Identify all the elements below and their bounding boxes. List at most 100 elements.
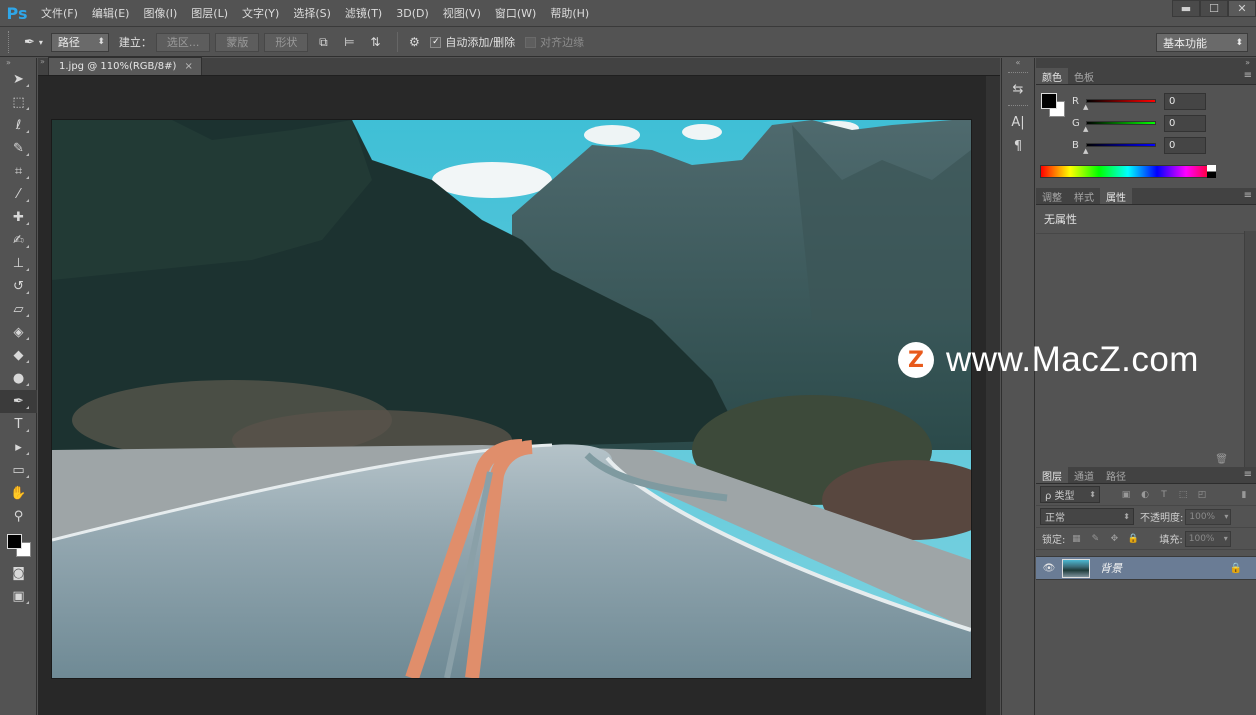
slider-thumb-icon[interactable]: ▲ (1083, 147, 1088, 155)
red-slider[interactable]: ▲ (1083, 99, 1156, 111)
auto-add-delete-checkbox[interactable]: ✓ 自动添加/删除 (430, 34, 515, 50)
green-slider[interactable]: ▲ (1083, 121, 1156, 133)
black-white-swatch[interactable] (1207, 165, 1216, 178)
character-panel-icon[interactable]: A| (1002, 110, 1034, 134)
menu-view[interactable]: 视图(V) (436, 0, 488, 27)
lasso-tool-icon[interactable]: ℓ (0, 114, 37, 137)
lock-position-icon[interactable]: ✥ (1106, 531, 1122, 547)
panel-menu-icon[interactable]: ≡ (1244, 70, 1252, 81)
tab-paths[interactable]: 路径 (1100, 467, 1132, 483)
blur-tool-icon[interactable]: ◆ (0, 344, 37, 367)
layer-row[interactable]: 👁 背景 🔒 (1036, 556, 1256, 580)
tab-styles[interactable]: 样式 (1068, 188, 1100, 204)
menu-image[interactable]: 图像(I) (136, 0, 184, 27)
menu-edit[interactable]: 编辑(E) (85, 0, 137, 27)
options-bar-grip[interactable] (8, 31, 16, 53)
filter-toggle-icon[interactable]: ▮ (1236, 487, 1252, 503)
panel-menu-icon[interactable]: ≡ (1244, 190, 1252, 201)
menu-3d[interactable]: 3D(D) (389, 0, 436, 27)
blend-mode-select[interactable]: 正常 (1040, 508, 1134, 525)
close-icon[interactable]: × (184, 61, 192, 72)
hand-tool-icon[interactable]: ✋ (0, 482, 37, 505)
slider-thumb-icon[interactable]: ▲ (1083, 103, 1088, 111)
history-brush-tool-icon[interactable]: ↺ (0, 275, 37, 298)
clone-stamp-tool-icon[interactable]: ⊥ (0, 252, 37, 275)
history-panel-icon[interactable]: ⇆ (1002, 77, 1034, 101)
blue-slider[interactable]: ▲ (1083, 143, 1156, 155)
tab-layers[interactable]: 图层 (1036, 467, 1068, 483)
crop-tool-icon[interactable]: ⌗ (0, 160, 37, 183)
tab-properties[interactable]: 属性 (1100, 188, 1132, 204)
lock-all-icon[interactable]: 🔒 (1125, 531, 1141, 547)
align-edges-checkbox[interactable]: 对齐边缘 (525, 34, 584, 50)
lock-image-icon[interactable]: ✎ (1087, 531, 1103, 547)
pen-tool-icon[interactable]: ✒ (0, 390, 37, 413)
dodge-tool-icon[interactable]: ● (0, 367, 37, 390)
smart-object-filter-icon[interactable]: ◰ (1194, 487, 1210, 503)
menu-type[interactable]: 文字(Y) (235, 0, 286, 27)
layer-filter-select[interactable]: ρ 类型 (1040, 486, 1100, 503)
rectangle-tool-icon[interactable]: ▭ (0, 459, 37, 482)
image-canvas[interactable] (52, 120, 971, 678)
path-operations-icon[interactable]: ⧉ (313, 32, 333, 52)
healing-brush-tool-icon[interactable]: ✚ (0, 206, 37, 229)
eraser-tool-icon[interactable]: ▱ (0, 298, 37, 321)
pixel-filter-icon[interactable]: ▣ (1118, 487, 1134, 503)
foreground-color-swatch[interactable] (1041, 93, 1057, 109)
paragraph-panel-icon[interactable]: ¶ (1002, 134, 1034, 158)
blue-value-field[interactable]: 0 (1164, 136, 1206, 154)
document-scrollbar[interactable] (986, 76, 1000, 715)
properties-scrollbar[interactable] (1244, 231, 1256, 467)
workspace-select[interactable]: 基本功能 (1156, 33, 1248, 52)
tab-swatches[interactable]: 色板 (1068, 68, 1100, 84)
move-tool-icon[interactable]: ➤ (0, 68, 37, 91)
panel-collapse[interactable]: » (1036, 58, 1256, 68)
make-mask-button[interactable]: 蒙版 (215, 32, 260, 52)
path-arrangement-icon[interactable]: ⇅ (365, 32, 385, 52)
opacity-field[interactable]: 100% (1185, 508, 1232, 525)
pen-mode-select[interactable]: 路径 (50, 32, 109, 52)
tab-color[interactable]: 颜色 (1036, 68, 1068, 84)
type-tool-icon[interactable]: T (0, 413, 37, 436)
color-swatches[interactable] (0, 528, 37, 562)
maximize-button[interactable]: ☐ (1200, 0, 1228, 17)
eyedropper-tool-icon[interactable]: ⁄ (0, 183, 37, 206)
menu-window[interactable]: 窗口(W) (488, 0, 543, 27)
close-button[interactable]: ✕ (1228, 0, 1256, 17)
tab-adjustments[interactable]: 调整 (1036, 188, 1068, 204)
adjustment-filter-icon[interactable]: ◐ (1137, 487, 1153, 503)
quick-selection-tool-icon[interactable]: ✎ (0, 137, 37, 160)
zoom-tool-icon[interactable]: ⚲ (0, 505, 37, 528)
document-tab[interactable]: 1.jpg @ 110%(RGB/8#) × (48, 57, 202, 75)
fill-field[interactable]: 100% (1184, 530, 1231, 547)
menu-filter[interactable]: 滤镜(T) (338, 0, 389, 27)
menu-file[interactable]: 文件(F) (34, 0, 85, 27)
foreground-color-swatch[interactable] (7, 534, 22, 549)
panel-menu-icon[interactable]: ≡ (1244, 469, 1252, 480)
eye-icon[interactable]: 👁 (1036, 563, 1062, 574)
collapse-icon[interactable]: « (1002, 58, 1034, 68)
menu-layer[interactable]: 图层(L) (184, 0, 235, 27)
collapse-icon[interactable]: » (0, 58, 36, 68)
trash-icon[interactable]: 🗑 (1215, 454, 1228, 465)
tab-channels[interactable]: 通道 (1068, 467, 1100, 483)
tool-preset-picker[interactable]: ✒ ▾ (24, 35, 43, 50)
lock-transparent-icon[interactable]: ▦ (1068, 531, 1084, 547)
minimize-button[interactable]: ▬ (1172, 0, 1200, 17)
path-alignment-icon[interactable]: ⊨ (339, 32, 359, 52)
brush-tool-icon[interactable]: ✍ (0, 229, 37, 252)
paint-bucket-tool-icon[interactable]: ◈ (0, 321, 37, 344)
screen-mode-icon[interactable]: ▣ (0, 585, 37, 608)
green-value-field[interactable]: 0 (1164, 114, 1206, 132)
shape-filter-icon[interactable]: ⬚ (1175, 487, 1191, 503)
menu-select[interactable]: 选择(S) (286, 0, 338, 27)
quick-mask-icon[interactable]: ◙ (0, 562, 37, 585)
marquee-tool-icon[interactable]: ⬚ (0, 91, 37, 114)
gear-icon[interactable]: ⚙ (404, 32, 424, 52)
type-filter-icon[interactable]: T (1156, 487, 1172, 503)
slider-thumb-icon[interactable]: ▲ (1083, 125, 1088, 133)
red-value-field[interactable]: 0 (1164, 92, 1206, 110)
make-shape-button[interactable]: 形状 (264, 32, 309, 52)
color-spectrum-bar[interactable] (1040, 165, 1216, 178)
make-selection-button[interactable]: 选区... (155, 32, 211, 52)
